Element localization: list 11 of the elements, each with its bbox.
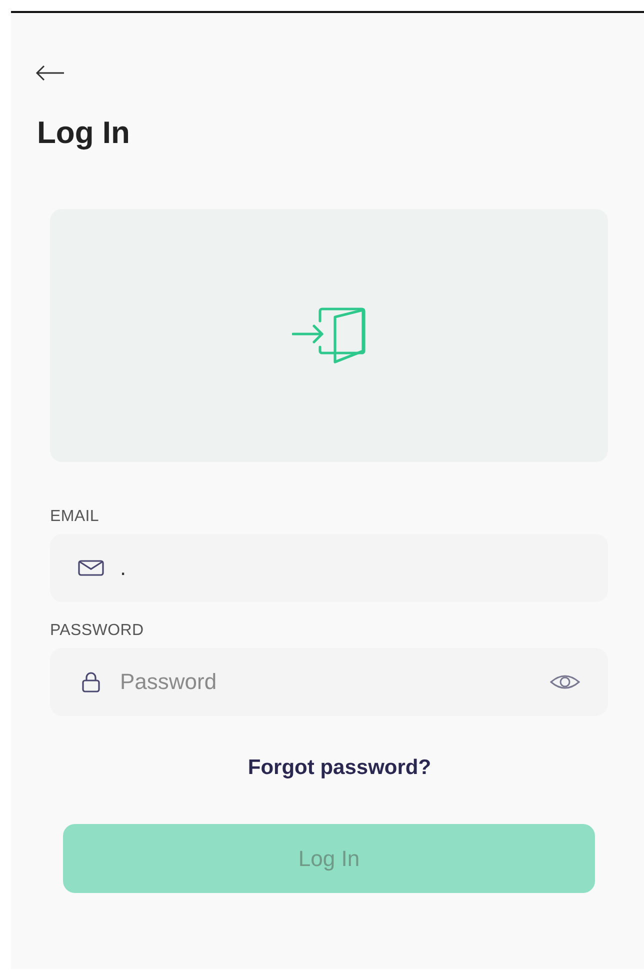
field-label: PASSWORD — [50, 622, 145, 640]
door-enter-icon — [292, 306, 366, 364]
page-title: Log In — [37, 115, 130, 151]
back-arrow-icon[interactable] — [35, 65, 65, 81]
envelope-icon — [78, 560, 104, 576]
password-field[interactable]: Password — [50, 648, 608, 716]
email-field[interactable]: . — [50, 534, 608, 602]
lock-icon — [81, 672, 101, 692]
eye-icon[interactable] — [550, 674, 580, 690]
field-label: EMAIL — [50, 508, 100, 526]
forgot-password-link[interactable]: Forgot password? — [248, 756, 432, 780]
